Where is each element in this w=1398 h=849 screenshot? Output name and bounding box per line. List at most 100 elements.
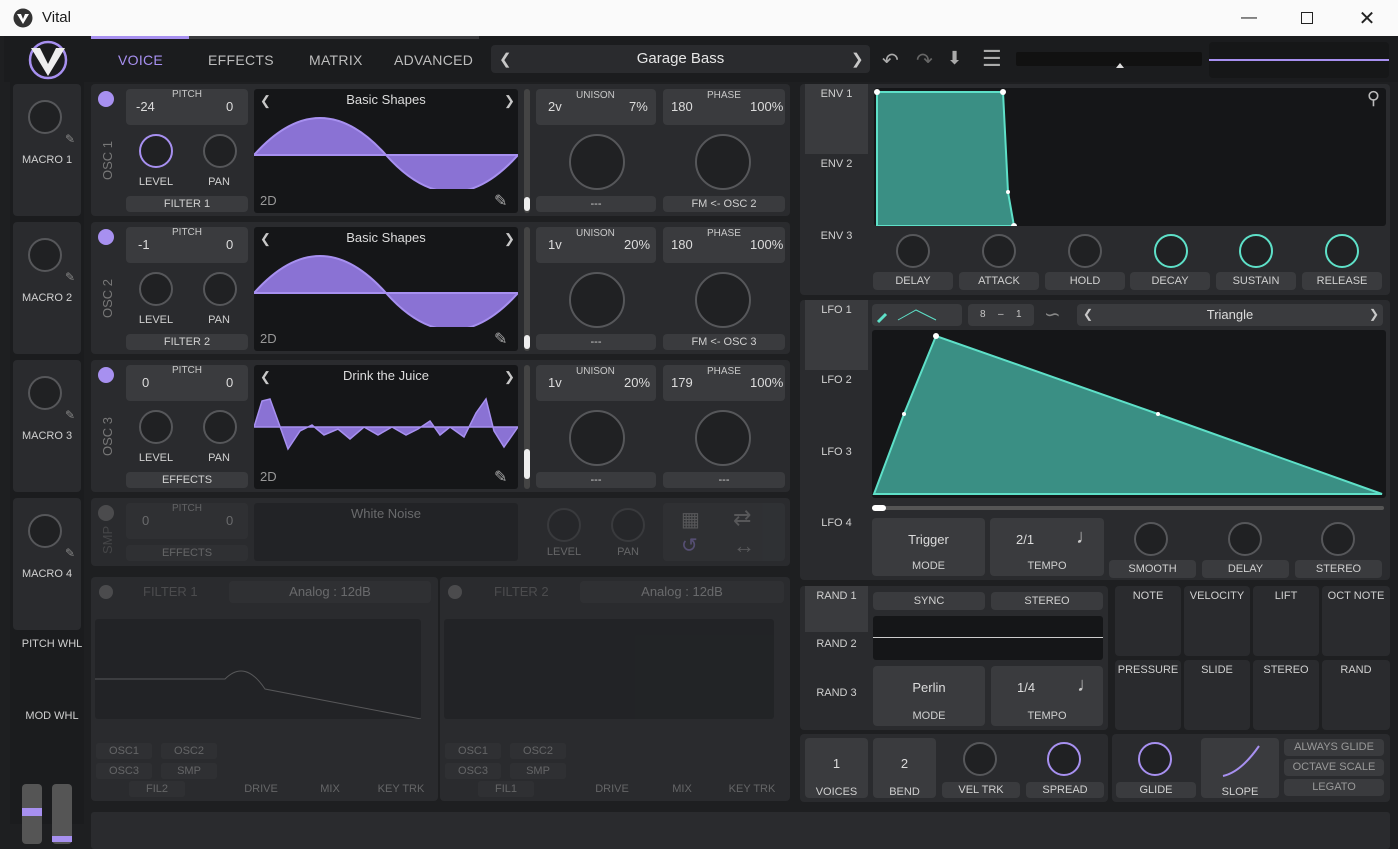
redo-icon[interactable]: ↷	[916, 48, 933, 73]
osc-3-wavetable-name[interactable]: Drink the Juice	[254, 368, 518, 383]
next-shape-icon[interactable]: ❯	[1369, 307, 1379, 321]
filter-2-src-osc3[interactable]: OSC3	[445, 763, 501, 779]
osc-2-destination[interactable]: FILTER 2	[126, 334, 248, 350]
next-wavetable-icon[interactable]: ❯	[504, 231, 515, 247]
osc-2-level-knob[interactable]	[139, 272, 173, 306]
filter-2-src-osc1[interactable]: OSC1	[445, 743, 501, 759]
filter-2-route[interactable]: FIL1	[478, 781, 534, 797]
env-attack-knob[interactable]	[982, 234, 1016, 268]
note-icon[interactable]: ♩	[1077, 674, 1097, 697]
bounce-icon[interactable]: ↔	[733, 533, 755, 559]
sample-destination[interactable]: EFFECTS	[126, 545, 248, 561]
env-hold-knob[interactable]	[1068, 234, 1102, 268]
osc-1-frame-slider[interactable]	[524, 89, 530, 213]
osc-3-fine[interactable]: 0	[226, 375, 233, 390]
osc-1-distortion-type[interactable]: ---	[536, 196, 656, 212]
osc-1-spectral-knob[interactable]	[695, 134, 751, 190]
tab-effects[interactable]: EFFECTS	[208, 52, 274, 68]
rand-2-tab[interactable]: RAND 2	[805, 638, 868, 650]
osc-1-pan-knob[interactable]	[203, 134, 237, 168]
filter-1-src-osc1[interactable]: OSC1	[96, 743, 152, 759]
env-sustain-knob[interactable]	[1239, 234, 1273, 268]
lfo-smooth-knob[interactable]	[1134, 522, 1168, 556]
tab-voice[interactable]: VOICE	[118, 52, 163, 68]
glide-knob[interactable]	[1138, 742, 1172, 776]
pitch-wheel[interactable]	[22, 784, 42, 844]
rand-3-tab[interactable]: RAND 3	[805, 687, 868, 699]
note-icon[interactable]: ♩	[1076, 526, 1096, 549]
env-3-tab[interactable]: ENV 3	[805, 230, 868, 242]
legato-toggle[interactable]: LEGATO	[1284, 779, 1384, 796]
lfo-tempo[interactable]: 2/1 ♩ TEMPO	[990, 518, 1104, 576]
osc-3-unison[interactable]: 1v UNISON 20%	[536, 365, 656, 401]
rand-sync-button[interactable]: SYNC	[873, 592, 985, 610]
osc-2-unison-voices[interactable]: 1v	[548, 237, 562, 252]
env-1-graph[interactable]: ⚲	[874, 88, 1386, 229]
filter-2-toggle[interactable]	[448, 585, 462, 599]
osc-1-phase-random[interactable]: 100%	[750, 99, 783, 114]
osc-3-spectral-type[interactable]: ---	[663, 472, 785, 488]
osc-3-spectral-knob[interactable]	[695, 410, 751, 466]
osc-3-coarse[interactable]: 0	[142, 375, 149, 390]
osc-3-pan-knob[interactable]	[203, 410, 237, 444]
tab-advanced[interactable]: ADVANCED	[394, 52, 473, 68]
rand-tempo[interactable]: 1/4 ♩ TEMPO	[991, 666, 1103, 726]
slope-control[interactable]: SLOPE	[1201, 738, 1279, 798]
rand-mode[interactable]: Perlin MODE	[873, 666, 985, 726]
env-2-tab[interactable]: ENV 2	[805, 158, 868, 170]
osc-3-distortion-type[interactable]: ---	[536, 472, 656, 488]
lfo-2-tab[interactable]: LFO 2	[805, 374, 868, 386]
osc-1-fine[interactable]: 0	[226, 99, 233, 114]
osc-1-toggle[interactable]	[98, 91, 114, 107]
edit-wavetable-icon[interactable]: ✎	[494, 329, 507, 349]
sample-name[interactable]: White Noise	[254, 506, 518, 521]
sample-pitch[interactable]: 0 PITCH 0	[126, 503, 248, 539]
osc-2-phase-value[interactable]: 180	[671, 237, 693, 252]
env-1-tab[interactable]: ENV 1	[805, 84, 868, 154]
smooth-curve-icon[interactable]: ∽	[1044, 302, 1061, 327]
osc-1-wavetable[interactable]: ❮ Basic Shapes ❯ 2D ✎	[254, 89, 518, 213]
next-wavetable-icon[interactable]: ❯	[504, 369, 515, 385]
edit-icon[interactable]: ✎	[65, 546, 75, 560]
source-lift[interactable]: LIFT	[1253, 586, 1319, 656]
osc-2-distortion-knob[interactable]	[569, 272, 625, 328]
filter-2-src-smp[interactable]: SMP	[510, 763, 566, 779]
volume-meter[interactable]	[1016, 52, 1202, 68]
voices-control[interactable]: 1 VOICES	[805, 738, 868, 798]
source-pressure[interactable]: PRESSURE	[1115, 660, 1181, 730]
osc-1-pitch[interactable]: -24 PITCH 0	[126, 89, 248, 125]
next-preset-icon[interactable]: ❯	[851, 50, 864, 68]
maximize-button[interactable]	[1284, 0, 1330, 36]
lfo-shape-selector[interactable]: ❮ Triangle ❯	[1077, 304, 1383, 326]
lfo-grid-size[interactable]: 8 – 1	[968, 304, 1034, 326]
source-slide[interactable]: SLIDE	[1184, 660, 1250, 730]
osc-2-toggle[interactable]	[98, 229, 114, 245]
osc-1-unison-voices[interactable]: 2v	[548, 99, 562, 114]
osc-1-distortion-knob[interactable]	[569, 134, 625, 190]
edit-wavetable-icon[interactable]: ✎	[494, 191, 507, 211]
filter-2-model[interactable]: Analog : 12dB	[580, 581, 784, 603]
osc-2-wavetable[interactable]: ❮ Basic Shapes ❯ 2D ✎	[254, 227, 518, 351]
loop-icon[interactable]: ↺	[681, 533, 698, 558]
osc-3-view-mode[interactable]: 2D	[260, 469, 277, 484]
osc-3-wavetable[interactable]: ❮ Drink the Juice ❯ 2D ✎	[254, 365, 518, 489]
filter-1-model[interactable]: Analog : 12dB	[229, 581, 431, 603]
macro-2-knob[interactable]	[28, 238, 62, 272]
edit-icon[interactable]: ✎	[65, 270, 75, 284]
rand-stereo-button[interactable]: STEREO	[991, 592, 1103, 610]
lfo-3-tab[interactable]: LFO 3	[805, 446, 868, 458]
minimize-button[interactable]: —	[1226, 0, 1272, 36]
filter-2-response[interactable]	[444, 619, 774, 719]
osc-2-pitch[interactable]: -1 PITCH 0	[126, 227, 248, 263]
lfo-phase-slider[interactable]	[872, 505, 1384, 511]
osc-1-unison-detune[interactable]: 7%	[629, 99, 648, 114]
volume-marker-icon[interactable]	[1116, 63, 1124, 68]
osc-3-pitch[interactable]: 0 PITCH 0	[126, 365, 248, 401]
rand-graph[interactable]	[873, 616, 1103, 660]
spread-knob[interactable]	[1047, 742, 1081, 776]
save-icon[interactable]: ⬇	[947, 48, 962, 69]
osc-1-phase[interactable]: 180 PHASE 100%	[663, 89, 785, 125]
filter-1-route[interactable]: FIL2	[129, 781, 185, 797]
source-rand[interactable]: RAND	[1322, 660, 1390, 730]
env-decay-knob[interactable]	[1154, 234, 1188, 268]
